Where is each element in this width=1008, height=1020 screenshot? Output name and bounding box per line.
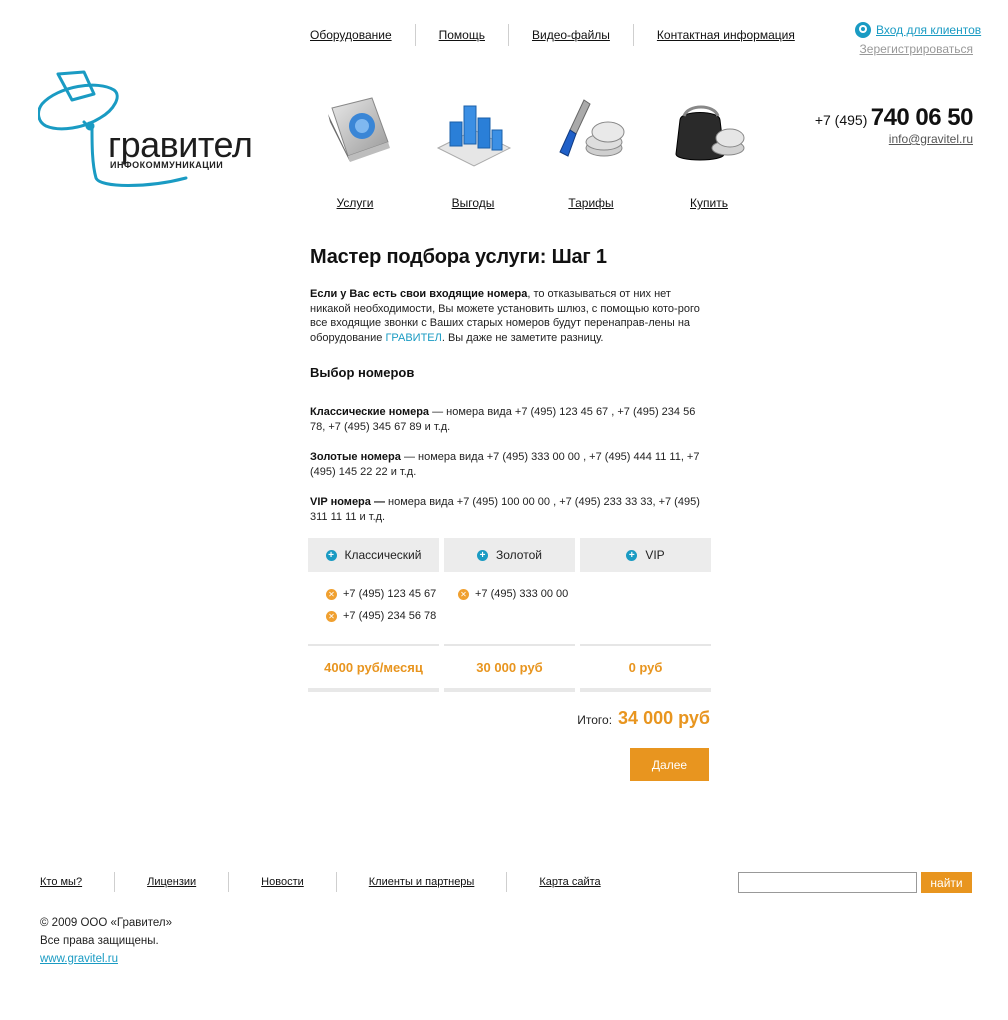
footer-link-about[interactable]: Кто мы? [40,872,116,892]
column-gold: + Золотой ✕ +7 (495) 333 00 00 30 000 руб [444,538,575,694]
vip-numbers-description: VIP номера — номера вида +7 (495) 100 00… [310,495,710,524]
site-link[interactable]: www.gravitel.ru [40,950,172,968]
copyright-text: © 2009 ООО «Гравител» [40,917,173,929]
search-input[interactable] [738,872,917,893]
top-navigation: Оборудование Помощь Видео-файлы Контактн… [310,24,818,46]
page-title: Мастер подбора услуги: Шаг 1 [310,246,607,268]
list-item: ✕ +7 (495) 333 00 00 [444,588,575,600]
topnav-link-contacts[interactable]: Контактная информация [634,24,818,46]
screwdriver-coins-icon [559,99,625,157]
iconnav-label-services[interactable]: Услуги [305,196,405,210]
remove-icon[interactable]: ✕ [326,610,337,622]
footer-navigation: Кто мы? Лицензии Новости Клиенты и партн… [40,872,633,892]
list-item: ✕ +7 (495) 234 56 78 [308,610,439,622]
selected-number: +7 (495) 333 00 00 [475,588,569,600]
wallet-coins-icon [675,105,745,161]
iconnav-item-buy[interactable]: Купить [659,90,759,210]
total-value: 34 000 руб [618,708,710,728]
column-classic-list: ✕ +7 (495) 123 45 67 ✕ +7 (495) 234 56 78 [308,572,439,646]
plus-icon: + [626,549,638,561]
gold-numbers-description: Золотые номера — номера вида +7 (495) 33… [310,450,710,479]
column-vip-list [580,572,711,646]
phone-number: 740 06 50 [870,104,974,131]
rights-text: Все права защищены. [40,935,159,947]
plus-icon: + [477,549,489,561]
column-classic-price: 4000 руб/месяц [308,646,439,692]
column-vip: + VIP 0 руб [580,538,711,694]
logo-subtitle: ИНФОКОММУНИКАЦИИ [110,160,224,170]
footer-link-sitemap[interactable]: Карта сайта [507,872,632,892]
main-content: Мастер подбора услуги: Шаг 1 Если у Вас … [310,246,710,540]
topnav-link-help[interactable]: Помощь [416,24,509,46]
selected-number: +7 (495) 234 56 78 [343,610,437,622]
plus-icon: + [325,549,337,561]
phone-block: +7 (495) 740 06 50 [814,104,974,132]
next-button[interactable]: Далее [630,748,709,781]
add-gold-button[interactable]: + Золотой [444,538,575,572]
client-login-link[interactable]: Вход для клиентов [855,22,981,38]
footer-link-licenses[interactable]: Лицензии [115,872,230,892]
total: Итого: 34 000 руб [577,708,710,729]
add-vip-button[interactable]: + VIP [580,538,711,572]
user-icon [855,22,871,38]
number-selection-table: + Классический ✕ +7 (495) 123 45 67 ✕ +7 (4… [308,538,711,694]
column-gold-label: Золотой [496,548,542,562]
remove-icon[interactable]: ✕ [458,588,469,600]
add-classic-button[interactable]: + Классический [308,538,439,572]
topnav-link-videos[interactable]: Видео-файлы [509,24,634,46]
footer-link-clients[interactable]: Клиенты и партнеры [337,872,508,892]
register-link[interactable]: Зерегистрироваться [860,42,973,56]
bar-chart-icon [436,105,512,167]
topnav-link-equipment[interactable]: Оборудование [310,24,416,46]
intro-bold: Если у Вас есть свои входящие номера [310,288,528,300]
column-vip-price: 0 руб [580,646,711,692]
book-icon [328,97,390,162]
remove-icon[interactable]: ✕ [326,588,337,600]
iconnav-item-services[interactable]: Услуги [305,90,405,210]
iconnav-label-benefits[interactable]: Выгоды [423,196,523,210]
search-button[interactable]: найти [921,872,972,893]
footer-link-news[interactable]: Новости [229,872,337,892]
client-login-label[interactable]: Вход для клиентов [876,23,981,37]
intro-brand-link[interactable]: ГРАВИТЕЛ [385,332,441,344]
vip-numbers-bold: VIP номера — [310,496,385,508]
column-gold-list: ✕ +7 (495) 333 00 00 [444,572,575,646]
intro-paragraph: Если у Вас есть свои входящие номера, то… [310,287,710,345]
column-classic-label: Классический [344,548,422,562]
email-link[interactable]: info@gravitel.ru [889,132,973,146]
intro-text-2: . Вы даже не заметите разницу. [441,331,604,344]
iconnav-label-buy[interactable]: Купить [659,196,759,210]
column-gold-price: 30 000 руб [444,646,575,692]
iconnav-item-benefits[interactable]: Выгоды [423,90,523,210]
gold-numbers-bold: Золотые номера [310,451,401,463]
iconnav-item-tariffs[interactable]: Тарифы [541,90,641,210]
selected-number: +7 (495) 123 45 67 [343,588,437,600]
iconnav-label-tariffs[interactable]: Тарифы [541,196,641,210]
classic-numbers-description: Классические номера — номера вида +7 (49… [310,405,710,434]
numbers-subtitle: Выбор номеров [310,365,415,380]
copyright-block: © 2009 ООО «Гравител» Все права защищены… [40,914,172,968]
total-label: Итого: [577,713,613,727]
classic-numbers-bold: Классические номера [310,406,430,418]
phone-prefix: +7 (495) [814,112,868,128]
icon-navigation: Услуги Выгоды Тарифы Купить [305,90,745,215]
column-classic: + Классический ✕ +7 (495) 123 45 67 ✕ +7 (4… [308,538,439,694]
column-vip-label: VIP [645,548,665,562]
list-item: ✕ +7 (495) 123 45 67 [308,588,439,600]
